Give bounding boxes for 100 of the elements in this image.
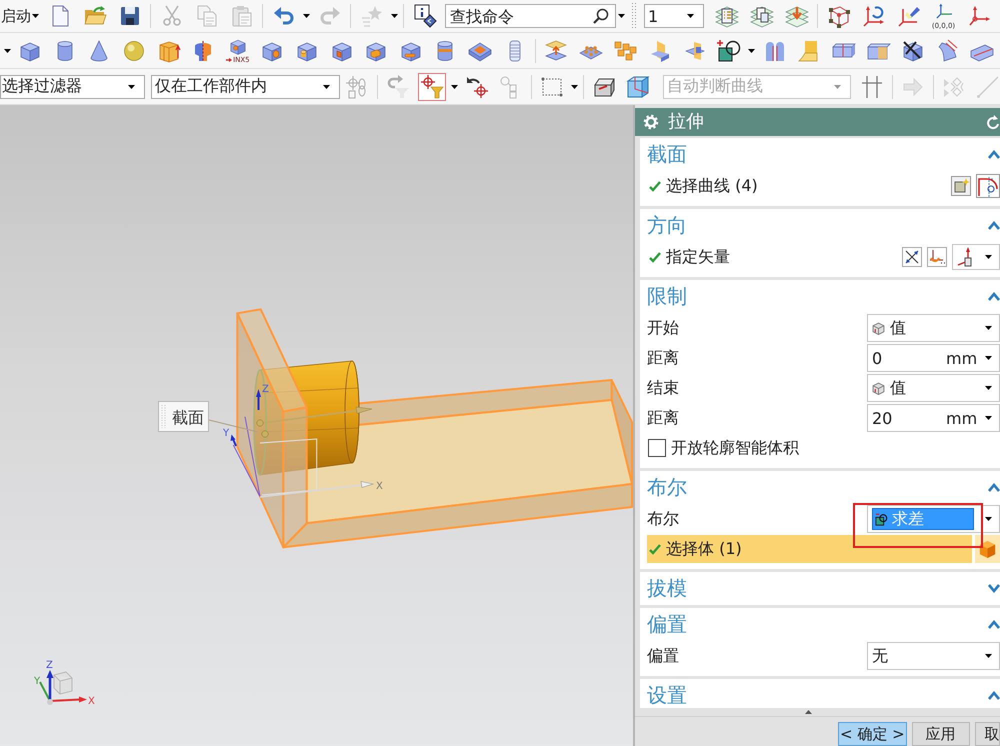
cube-icon xyxy=(978,538,997,560)
info-icon[interactable] xyxy=(412,4,436,28)
chevron-down-icon[interactable] xyxy=(988,584,1000,592)
cube-cluster-icon[interactable] xyxy=(613,38,638,62)
cross-cube-icon[interactable] xyxy=(901,38,926,62)
caret-icon xyxy=(687,14,694,18)
grip-icon xyxy=(631,3,637,29)
axes-icon[interactable] xyxy=(966,4,990,28)
caret-icon xyxy=(32,14,39,18)
caret-icon xyxy=(834,84,841,88)
vector-dropdown[interactable] xyxy=(952,244,1000,270)
cube-icon xyxy=(872,322,885,334)
body-select-button[interactable] xyxy=(975,535,1000,563)
curve-icon[interactable] xyxy=(976,174,1000,198)
handle-dot xyxy=(262,430,268,438)
dotted-rectangle-icon[interactable] xyxy=(540,74,564,98)
chevron-up-icon[interactable] xyxy=(988,690,1000,700)
checkbox-label[interactable]: 开放轮廓智能体积 xyxy=(671,438,799,458)
dropdown-value: 求差 xyxy=(892,509,924,529)
chevron-up-icon[interactable] xyxy=(988,292,1000,300)
selection-label: 选择曲线 (4) xyxy=(666,176,758,196)
selection-label: 指定矢量 xyxy=(666,247,730,267)
view-triad xyxy=(39,670,87,705)
checkbox[interactable] xyxy=(648,439,666,457)
group-title[interactable]: 限制 xyxy=(647,285,687,307)
axes-rotate-icon[interactable] xyxy=(862,4,886,28)
section-callout: 截面 xyxy=(158,401,209,432)
group-title[interactable]: 截面 xyxy=(647,143,687,165)
caret-icon[interactable] xyxy=(303,14,310,18)
cube-icon xyxy=(872,382,885,394)
axis-label: Z xyxy=(262,384,269,395)
chevron-up-icon[interactable] xyxy=(988,482,1000,492)
square-circle-icon[interactable] xyxy=(717,38,742,62)
caret-up-icon[interactable] xyxy=(805,710,812,714)
axis-label: X xyxy=(88,696,95,707)
double-bar-icon[interactable] xyxy=(860,74,884,98)
settings-icon[interactable] xyxy=(643,114,659,130)
selection-label: 选择体 (1) xyxy=(666,539,742,559)
glass-cube-icon[interactable] xyxy=(626,74,650,98)
dropdown[interactable]: 值 xyxy=(867,374,1000,402)
field-label: 距离 xyxy=(647,408,679,428)
selection-row[interactable]: 选择曲线 (4) xyxy=(647,172,951,200)
field-label: 距离 xyxy=(647,348,679,368)
chevron-up-icon[interactable] xyxy=(988,620,1000,628)
reset-icon[interactable] xyxy=(987,114,999,130)
caret-icon[interactable] xyxy=(618,14,625,18)
field-label: 布尔 xyxy=(647,509,679,529)
dialog-title: 拉伸 xyxy=(668,111,704,133)
caret-icon xyxy=(128,84,135,88)
start-menu-button[interactable]: 启动 xyxy=(0,3,42,29)
layers-arrow-icon[interactable] xyxy=(784,4,808,28)
group-title[interactable]: 拔模 xyxy=(647,577,687,599)
subtract-icon xyxy=(875,512,888,526)
caret-icon xyxy=(985,654,992,658)
dialog-button[interactable]: 取 xyxy=(974,722,1000,746)
axis-label: Z xyxy=(46,660,53,671)
sphere-icon[interactable] xyxy=(122,38,146,62)
chevron-up-icon[interactable] xyxy=(988,150,1000,158)
caret-icon[interactable] xyxy=(391,14,398,18)
caret-icon[interactable] xyxy=(571,84,578,88)
caret-icon[interactable] xyxy=(4,48,11,52)
axis-label: Y xyxy=(223,428,230,439)
caret-icon xyxy=(985,326,992,330)
type-filter-dropdown[interactable]: 选择过滤器 xyxy=(0,74,145,98)
group-title[interactable]: 偏置 xyxy=(647,613,687,635)
group-title[interactable]: 设置 xyxy=(647,684,687,706)
plate-arrow-icon[interactable] xyxy=(544,38,568,62)
y-axis-arrow xyxy=(230,434,237,446)
axes-flashlight-icon[interactable] xyxy=(896,4,920,28)
dropdown[interactable]: 无 xyxy=(867,642,1000,670)
selection-row[interactable]: 指定矢量 xyxy=(647,243,902,271)
group-title[interactable]: 方向 xyxy=(647,214,687,236)
crosshair-funnel-icon[interactable] xyxy=(418,72,446,100)
caret-icon xyxy=(985,386,992,390)
caret-icon[interactable] xyxy=(451,84,458,88)
group-title[interactable]: 布尔 xyxy=(647,476,687,498)
vector-dialog-icon[interactable] xyxy=(927,247,947,267)
reverse-direction-icon[interactable] xyxy=(902,247,922,267)
axis-label: Y xyxy=(34,676,40,687)
caret-icon xyxy=(323,84,330,88)
axis-label: X xyxy=(376,481,383,492)
chevron-up-icon[interactable] xyxy=(988,220,1000,230)
handle-dot xyxy=(256,420,264,426)
undo-crosshair-icon[interactable] xyxy=(465,74,489,98)
selection-row[interactable]: 选择体 (1) xyxy=(647,535,972,563)
caret-icon[interactable] xyxy=(748,48,756,52)
dialog-button[interactable]: 应用 xyxy=(912,722,970,746)
cube-points-icon[interactable] xyxy=(826,4,850,28)
field-label: 偏置 xyxy=(647,646,679,666)
layers-document-icon[interactable] xyxy=(750,4,774,28)
scope-dropdown[interactable]: 仅在工作部件内 xyxy=(151,74,340,98)
box-arrow-icon[interactable] xyxy=(156,38,181,62)
layer-dropdown[interactable]: 1 xyxy=(644,4,704,28)
field-label: 开始 xyxy=(647,318,679,338)
curved-sheet-icon[interactable] xyxy=(936,38,960,62)
dialog-button[interactable]: < 确定 > xyxy=(838,722,907,746)
layers-list-icon[interactable] xyxy=(714,4,738,28)
dropdown[interactable]: 值 xyxy=(867,314,1000,342)
z-axis-arrow xyxy=(256,389,261,410)
caret-icon xyxy=(985,255,992,259)
